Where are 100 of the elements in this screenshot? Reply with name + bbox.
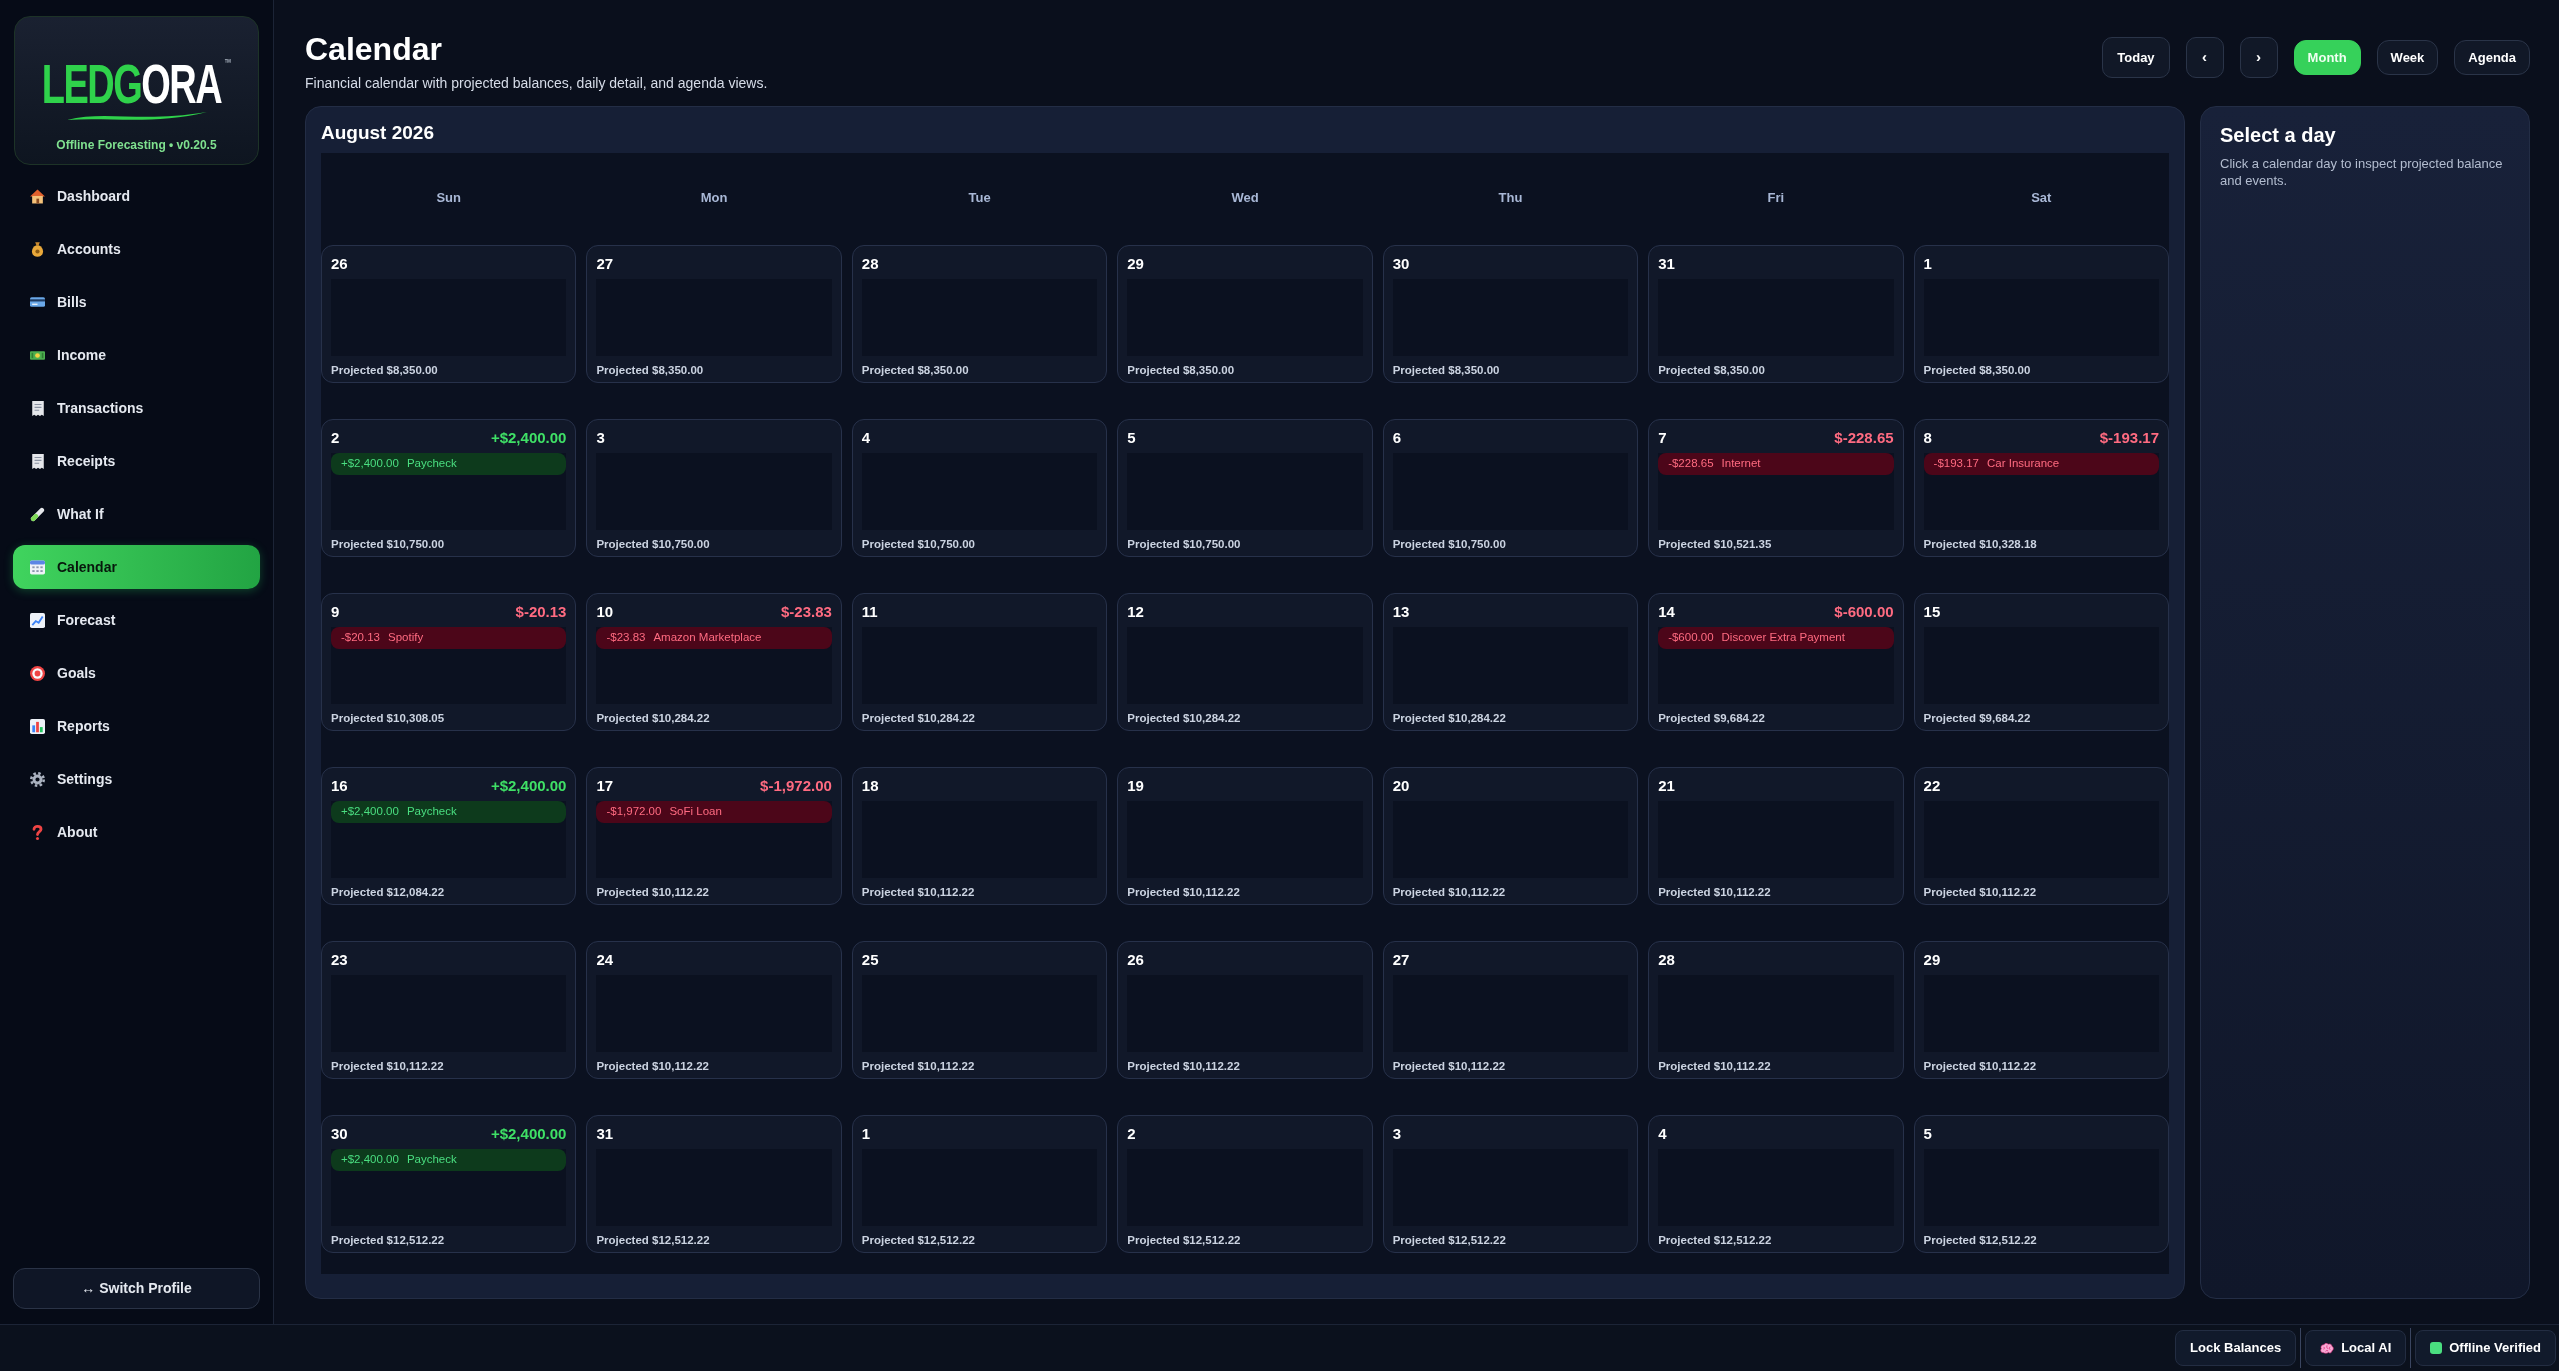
view-tab[interactable]: Agenda <box>2454 40 2530 75</box>
nav-item[interactable]: Settings <box>13 757 260 801</box>
projected-balance: Projected $10,750.00 <box>861 537 975 551</box>
day-cell[interactable]: 19 Projected $10,112.22 <box>1117 767 1373 905</box>
projected-balance: Projected $9,684.22 <box>1658 711 1765 725</box>
day-number: 3 <box>596 428 605 448</box>
question-mark-icon <box>32 824 43 840</box>
logo-text: LEDG <box>41 57 142 113</box>
event-chip[interactable]: -$23.83 Amazon Marketplace <box>596 627 832 649</box>
day-cell[interactable]: 29 Projected $10,112.22 <box>1913 941 2169 1079</box>
day-number: 29 <box>1923 950 1941 970</box>
day-cell[interactable]: 6 Projected $10,750.00 <box>1382 419 1639 557</box>
day-cell[interactable]: 25 Projected $10,112.22 <box>851 941 1108 1079</box>
event-chip[interactable]: +$2,400.00 Paycheck <box>331 801 567 823</box>
day-cell[interactable]: 9 $-20.13 -$20.13 Spotify Projected $10,308.05 <box>321 593 577 731</box>
day-cell[interactable]: 16 +$2,400.00 +$2,400.00 Paycheck Projected $12,084.22 <box>321 767 577 905</box>
projected-balance: Projected $10,112.22 <box>1392 885 1506 899</box>
previous-button[interactable]: ‹ <box>2185 37 2224 78</box>
day-number: 20 <box>1392 776 1410 796</box>
day-cell[interactable]: 26 Projected $10,112.22 <box>1117 941 1373 1079</box>
day-number: 28 <box>1658 950 1675 970</box>
next-button[interactable]: › <box>2239 37 2278 78</box>
day-number: 1 <box>861 1124 871 1144</box>
day-cell[interactable]: 14 $-600.00 -$600.00 Discover Extra Payment Projected $9,684.22 <box>1648 593 1904 731</box>
day-cell[interactable]: 20 Projected $10,112.22 <box>1382 767 1639 905</box>
projected-balance: Projected $10,112.22 <box>1923 1059 2037 1073</box>
day-number: 25 <box>861 950 879 970</box>
day-cell[interactable]: 5 Projected $12,512.22 <box>1913 1115 2169 1253</box>
day-cell[interactable]: 27 Projected $8,350.00 <box>586 245 842 383</box>
event-amount: -$193.17 <box>1933 456 1979 472</box>
today-button[interactable]: Today <box>2102 37 2170 78</box>
day-number: 28 <box>861 254 879 274</box>
day-total: $-1,972.00 <box>760 776 832 796</box>
day-cell[interactable]: 2 +$2,400.00 +$2,400.00 Paycheck Projected $10,750.00 <box>321 419 577 557</box>
day-number: 2 <box>1127 1124 1136 1144</box>
status-button[interactable]: Lock Balances <box>2175 1330 2297 1366</box>
nav-item[interactable]: Income <box>13 333 260 377</box>
day-number: 5 <box>1127 428 1136 448</box>
event-chip[interactable]: -$600.00 Discover Extra Payment <box>1658 627 1894 649</box>
nav-item[interactable]: Forecast <box>13 598 260 642</box>
day-number: 7 <box>1658 428 1667 448</box>
day-cell[interactable]: 1 Projected $12,512.22 <box>851 1115 1108 1253</box>
day-cell[interactable]: 22 Projected $10,112.22 <box>1913 767 2169 905</box>
nav-item[interactable]: Receipts <box>13 439 260 483</box>
event-amount: -$228.65 <box>1668 456 1714 472</box>
day-cell[interactable]: 18 Projected $10,112.22 <box>851 767 1108 905</box>
nav-item[interactable]: Transactions <box>13 386 260 430</box>
day-cell[interactable]: 15 Projected $9,684.22 <box>1913 593 2169 731</box>
day-cell[interactable]: 12 Projected $10,284.22 <box>1117 593 1373 731</box>
day-cell[interactable]: 3 Projected $12,512.22 <box>1382 1115 1639 1253</box>
nav-item[interactable]: About <box>13 810 260 854</box>
day-cell[interactable]: 13 Projected $10,284.22 <box>1382 593 1639 731</box>
status-button[interactable]: Offline Verified <box>2415 1330 2556 1366</box>
day-cell[interactable]: 1 Projected $8,350.00 <box>1913 245 2169 383</box>
switch-profile-button[interactable]: ↔ Switch Profile <box>13 1268 260 1309</box>
day-cell[interactable]: 31 Projected $12,512.22 <box>586 1115 842 1253</box>
weekday-label: Tue <box>968 189 991 208</box>
nav-item[interactable]: What If <box>13 492 260 536</box>
event-chip[interactable]: -$228.65 Internet <box>1658 453 1894 475</box>
day-cell[interactable]: 28 Projected $8,350.00 <box>851 245 1108 383</box>
day-cell[interactable]: 10 $-23.83 -$23.83 Amazon Marketplace Projected $10,284.22 <box>586 593 842 731</box>
event-chip[interactable]: -$20.13 Spotify <box>331 627 567 649</box>
day-cell[interactable]: 31 Projected $8,350.00 <box>1648 245 1904 383</box>
day-cell[interactable]: 2 Projected $12,512.22 <box>1117 1115 1373 1253</box>
day-cell[interactable]: 27 Projected $10,112.22 <box>1382 941 1639 1079</box>
weekday-label: Wed <box>1231 189 1259 208</box>
nav-item[interactable]: Dashboard <box>13 174 260 218</box>
logo-text: ORA <box>141 57 222 113</box>
status-button[interactable]: Local AI <box>2305 1330 2407 1366</box>
day-cell[interactable]: 17 $-1,972.00 -$1,972.00 SoFi Loan Projected $10,112.22 <box>586 767 842 905</box>
projected-balance: Projected $10,521.35 <box>1658 537 1772 551</box>
event-chip[interactable]: -$193.17 Car Insurance <box>1923 453 2159 475</box>
day-cell[interactable]: 5 Projected $10,750.00 <box>1117 419 1373 557</box>
day-cell[interactable]: 21 Projected $10,112.22 <box>1648 767 1904 905</box>
day-number: 2 <box>331 428 340 448</box>
day-cell[interactable]: 4 Projected $12,512.22 <box>1648 1115 1904 1253</box>
day-cell[interactable]: 29 Projected $8,350.00 <box>1117 245 1373 383</box>
day-cell[interactable]: 28 Projected $10,112.22 <box>1648 941 1904 1079</box>
month-title: August 2026 <box>321 121 435 145</box>
day-number: 29 <box>1127 254 1144 274</box>
day-cell[interactable]: 23 Projected $10,112.22 <box>321 941 577 1079</box>
nav-item[interactable]: Goals <box>13 651 260 695</box>
projected-balance: Projected $12,512.22 <box>861 1233 975 1247</box>
nav-item[interactable]: Bills <box>13 280 260 324</box>
day-cell[interactable]: 30 +$2,400.00 +$2,400.00 Paycheck Projected $12,512.22 <box>321 1115 577 1253</box>
view-tab[interactable]: Week <box>2376 40 2439 75</box>
event-chip[interactable]: -$1,972.00 SoFi Loan <box>596 801 832 823</box>
nav-item[interactable]: Accounts <box>13 227 260 271</box>
day-cell[interactable]: 8 $-193.17 -$193.17 Car Insurance Projected $10,328.18 <box>1913 419 2169 557</box>
day-cell[interactable]: 26 Projected $8,350.00 <box>321 245 577 383</box>
event-chip[interactable]: +$2,400.00 Paycheck <box>331 453 567 475</box>
day-cell[interactable]: 4 Projected $10,750.00 <box>851 419 1108 557</box>
day-cell[interactable]: 7 $-228.65 -$228.65 Internet Projected $10,521.35 <box>1648 419 1904 557</box>
day-cell[interactable]: 30 Projected $8,350.00 <box>1382 245 1639 383</box>
nav-item[interactable]: Reports <box>13 704 260 748</box>
nav-item[interactable]: Calendar <box>13 545 260 589</box>
event-chip[interactable]: +$2,400.00 Paycheck <box>331 1149 567 1171</box>
day-cell[interactable]: 3 Projected $10,750.00 <box>586 419 842 557</box>
day-cell[interactable]: 11 Projected $10,284.22 <box>851 593 1108 731</box>
day-cell[interactable]: 24 Projected $10,112.22 <box>586 941 842 1079</box>
